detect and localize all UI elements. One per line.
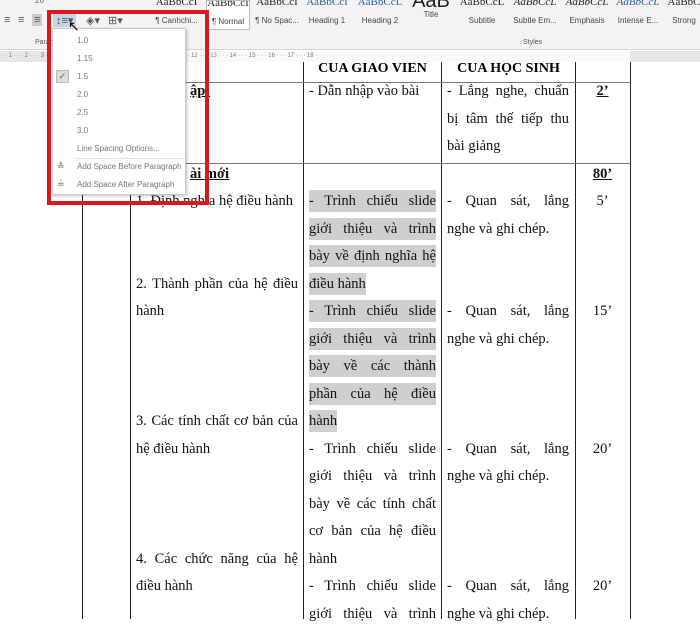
style-preview: AaBbCcL xyxy=(357,0,403,8)
style-name: Emphasis xyxy=(569,16,605,25)
table-cell-text: - Trình chiếu slide xyxy=(309,440,436,457)
table-cell-text: giới thiệu và trình xyxy=(309,217,436,240)
table-cell-text: phần của hệ điều xyxy=(309,382,436,405)
table-cell-text: bày về các tính chất xyxy=(309,495,436,512)
style-name: Strong xyxy=(672,16,696,25)
align-left-icon[interactable]: ≡ xyxy=(4,14,10,26)
table-border xyxy=(303,62,304,619)
table-cell-text: - Trình chiếu slide xyxy=(309,190,436,212)
align-right-icon[interactable]: ≡ xyxy=(18,14,24,26)
table-cell-text: giới thiệu và trình xyxy=(309,327,436,350)
table-cell-text: bài giảng xyxy=(447,138,501,154)
table-cell-text: bày về các thành xyxy=(309,355,436,377)
table-cell-text: 2. Thành phần của hệ điều xyxy=(136,275,298,292)
table-cell-text: - Quan sát, lắng xyxy=(447,193,569,209)
style-preview: AaB xyxy=(412,0,450,12)
style-name: ¶ No Spac... xyxy=(255,16,299,25)
table-cell-text: 2’ xyxy=(596,83,609,99)
style-name: Intense E... xyxy=(617,16,659,25)
table-cell-text: điều hành xyxy=(309,272,366,295)
font-size-box[interactable]: 26 xyxy=(35,0,44,5)
table-cell-text: giới thiệu và trình xyxy=(309,468,436,484)
table-border xyxy=(630,62,631,619)
table-cell-text: - Trình chiếu slide xyxy=(309,300,436,322)
table-cell-text: giới thiệu và trình xyxy=(309,605,436,622)
mouse-cursor-icon: ↖ xyxy=(68,18,80,34)
style-name: Subtle Em... xyxy=(513,16,557,25)
table-cell-text: nghe và ghi chép. xyxy=(447,605,550,622)
table-cell-text: 20’ xyxy=(592,578,613,594)
justify-icon[interactable]: ≡ xyxy=(32,14,43,26)
style-preview: AaBbCcL xyxy=(513,0,557,8)
style-2[interactable]: AaBbCcI ¶ No Spac... xyxy=(253,0,301,30)
table-cell-text: nghe và ghi chép. xyxy=(447,220,550,237)
header-student: CỦA HỌC SINH xyxy=(457,62,560,76)
style-preview: AaBbCcI xyxy=(306,0,348,8)
table-cell-text: hành xyxy=(136,303,165,319)
table-border xyxy=(441,62,442,619)
table-cell-text: hành xyxy=(309,410,338,432)
style-preview: AaBbCcI xyxy=(256,0,298,8)
table-border xyxy=(575,62,576,619)
table-cell-text: cơ bản của hệ điều xyxy=(309,523,436,539)
style-preview: AaBbCcL xyxy=(459,0,505,8)
style-preview: AaBbCcL xyxy=(565,0,609,8)
table-cell-text: hệ điều hành xyxy=(136,440,211,457)
style-name: Heading 1 xyxy=(308,16,346,25)
styles-group-label: Styles xyxy=(523,39,543,46)
table-cell-text: 15’ xyxy=(592,303,613,319)
table-cell-text: bày về định nghĩa hệ xyxy=(309,245,436,267)
table-cell-text: - Quan sát, lắng xyxy=(447,303,569,319)
table-cell-text: - Quan sát, lắng xyxy=(447,440,569,457)
table-cell-text: - Dẫn nhập vào bài xyxy=(309,83,420,99)
table-cell-text: nghe và ghi chép. xyxy=(447,468,550,484)
table-cell-text: hành xyxy=(309,550,338,567)
table-cell-text: - Quan sát, lắng xyxy=(447,578,569,594)
style-preview: AaBbCcI xyxy=(207,0,249,9)
table-cell-text: 20’ xyxy=(592,440,613,457)
table-cell-text: bị tâm thế tiếp thu xyxy=(447,110,569,127)
style-name: Heading 2 xyxy=(361,16,399,25)
style-9[interactable]: AaBbCcL Intense E... xyxy=(613,0,663,30)
header-teacher: CỦA GIÁO VIÊN xyxy=(318,62,427,76)
table-cell-text: 80’ xyxy=(592,165,613,182)
table-cell-text: nghe và ghi chép. xyxy=(447,330,550,347)
table-cell-text: - Lắng nghe, chuẩn xyxy=(447,83,569,99)
style-preview: AaBbCcL xyxy=(616,0,660,8)
table-cell-text: 3. Các tính chất cơ bản của xyxy=(136,413,298,429)
style-10[interactable]: AaBbC Strong xyxy=(664,0,700,30)
style-3[interactable]: AaBbCcI Heading 1 xyxy=(303,0,351,30)
style-8[interactable]: AaBbCcL Emphasis xyxy=(561,0,613,30)
style-name: ¶ Normal xyxy=(211,17,245,26)
style-1[interactable]: AaBbCcI ¶ Normal xyxy=(206,0,250,30)
table-cell-text: điều hành xyxy=(136,578,193,594)
style-preview: AaBbCcI xyxy=(155,0,198,8)
table-cell-text: - Trình chiếu slide xyxy=(309,578,436,594)
style-preview: AaBbC xyxy=(667,0,700,8)
table-cell-text: 5’ xyxy=(596,193,609,209)
style-4[interactable]: AaBbCcL Heading 2 xyxy=(353,0,407,30)
red-highlight-box xyxy=(47,10,209,205)
style-7[interactable]: AaBbCcL Subtle Em... xyxy=(508,0,562,30)
table-cell-text: 4. Các chức năng của hệ xyxy=(136,550,298,567)
style-6[interactable]: AaBbCcL Subtitle xyxy=(458,0,506,30)
style-name: Subtitle xyxy=(468,16,496,25)
style-5[interactable]: AaB Title xyxy=(410,0,452,30)
